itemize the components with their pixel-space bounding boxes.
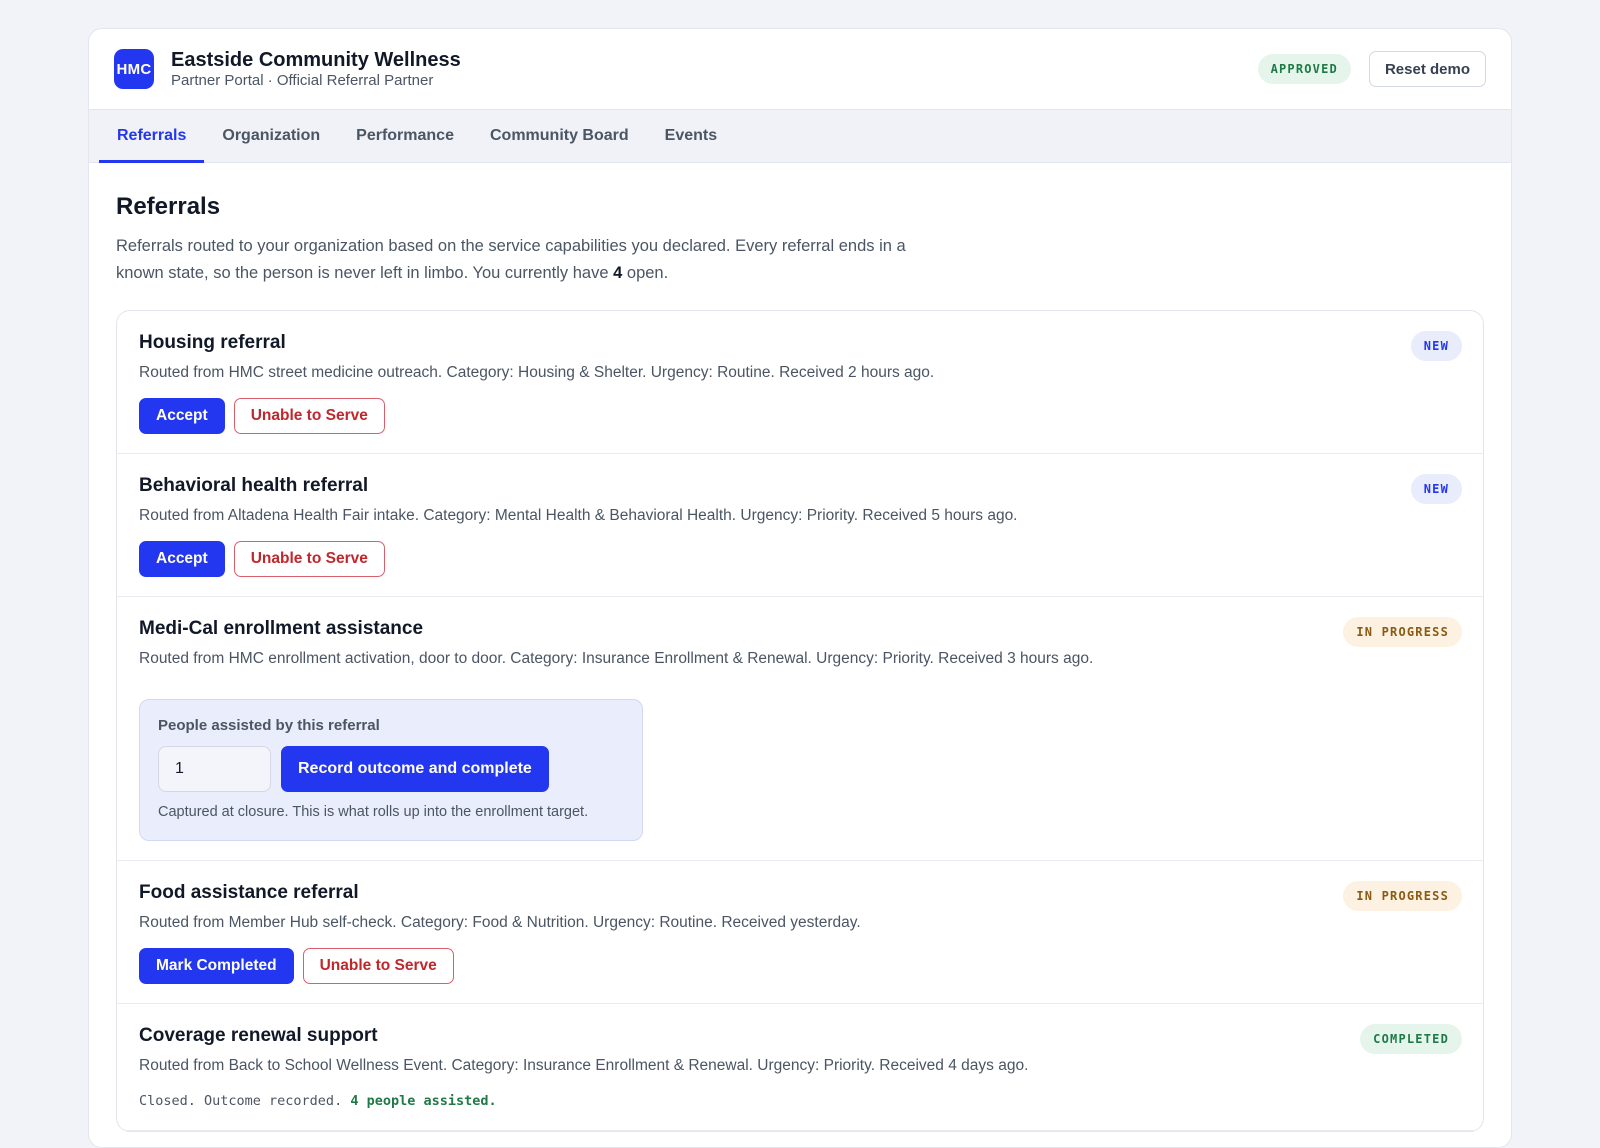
approved-badge: APPROVED	[1257, 54, 1351, 84]
app-header: HMC Eastside Community Wellness Partner …	[89, 29, 1511, 110]
tab-referrals[interactable]: Referrals	[99, 110, 205, 163]
closed-summary: Closed. Outcome recorded. 4 people assis…	[139, 1091, 1461, 1111]
referral-row: Housing referral NEW Routed from HMC str…	[117, 311, 1483, 454]
referral-description: Routed from HMC enrollment activation, d…	[139, 650, 1094, 667]
status-badge: IN PROGRESS	[1343, 881, 1462, 911]
referral-row: Food assistance referral IN PROGRESS Rou…	[117, 861, 1483, 1004]
page-description-end: open.	[622, 264, 669, 282]
tab-organization[interactable]: Organization	[204, 110, 338, 162]
org-name: Eastside Community Wellness	[171, 49, 461, 71]
portal-window: HMC Eastside Community Wellness Partner …	[88, 28, 1512, 1148]
page-title: Referrals	[116, 193, 221, 220]
referral-row: Behavioral health referral NEW Routed fr…	[117, 454, 1483, 597]
referral-actions: Accept Unable to Serve	[139, 541, 1461, 577]
referral-description: Routed from Altadena Health Fair intake.…	[139, 507, 1018, 524]
status-badge: COMPLETED	[1360, 1024, 1462, 1054]
outcome-panel: People assisted by this referral Record …	[139, 699, 643, 841]
people-assisted-input[interactable]	[158, 746, 271, 792]
status-badge: NEW	[1410, 474, 1462, 504]
referral-title: Behavioral health referral	[139, 475, 369, 496]
status-badge: IN PROGRESS	[1343, 617, 1462, 647]
org-logo: HMC	[114, 49, 154, 89]
referral-title: Housing referral	[139, 332, 286, 353]
page-description: Referrals routed to your organization ba…	[116, 233, 916, 287]
status-badge: NEW	[1410, 331, 1462, 361]
org-subtitle: Partner Portal · Official Referral Partn…	[171, 72, 434, 89]
referral-actions: Mark Completed Unable to Serve	[139, 948, 1461, 984]
referral-list: Housing referral NEW Routed from HMC str…	[116, 310, 1484, 1132]
reset-demo-button[interactable]: Reset demo	[1368, 51, 1486, 87]
tab-performance[interactable]: Performance	[338, 110, 472, 162]
accept-button[interactable]: Accept	[139, 398, 225, 434]
referral-actions: Accept Unable to Serve	[139, 398, 1461, 434]
header-actions: APPROVED Reset demo	[1257, 51, 1486, 87]
referral-description: Routed from Back to School Wellness Even…	[139, 1057, 1029, 1074]
brand: HMC Eastside Community Wellness Partner …	[114, 48, 461, 90]
outcome-controls: Record outcome and complete	[158, 746, 624, 792]
tab-community-board[interactable]: Community Board	[472, 110, 647, 162]
referral-description: Routed from HMC street medicine outreach…	[139, 364, 935, 381]
mark-completed-button[interactable]: Mark Completed	[139, 948, 294, 984]
people-assisted-label: People assisted by this referral	[158, 717, 380, 734]
tab-events[interactable]: Events	[647, 110, 735, 162]
unable-to-serve-button[interactable]: Unable to Serve	[302, 948, 454, 984]
accept-button[interactable]: Accept	[139, 541, 225, 577]
referral-row: Coverage renewal support COMPLETED Route…	[117, 1004, 1483, 1131]
tab-bar: Referrals Organization Performance Commu…	[89, 110, 1511, 163]
brand-text: Eastside Community Wellness Partner Port…	[171, 48, 461, 90]
referral-title: Coverage renewal support	[139, 1025, 378, 1046]
page-description-text: Referrals routed to your organization ba…	[116, 237, 906, 282]
unable-to-serve-button[interactable]: Unable to Serve	[233, 541, 385, 577]
outcome-note: Captured at closure. This is what rolls …	[158, 804, 589, 820]
main-content: Referrals Referrals routed to your organ…	[89, 163, 1511, 1132]
referral-title: Medi-Cal enrollment assistance	[139, 618, 424, 639]
referral-row: Medi-Cal enrollment assistance IN PROGRE…	[117, 597, 1483, 861]
people-assisted-count: 4 people assisted.	[350, 1093, 497, 1109]
referral-description: Routed from Member Hub self-check. Categ…	[139, 914, 861, 931]
open-count: 4	[613, 264, 623, 282]
referral-title: Food assistance referral	[139, 882, 359, 903]
unable-to-serve-button[interactable]: Unable to Serve	[233, 398, 385, 434]
closed-text: Closed. Outcome recorded.	[139, 1093, 351, 1109]
record-outcome-button[interactable]: Record outcome and complete	[281, 746, 549, 792]
